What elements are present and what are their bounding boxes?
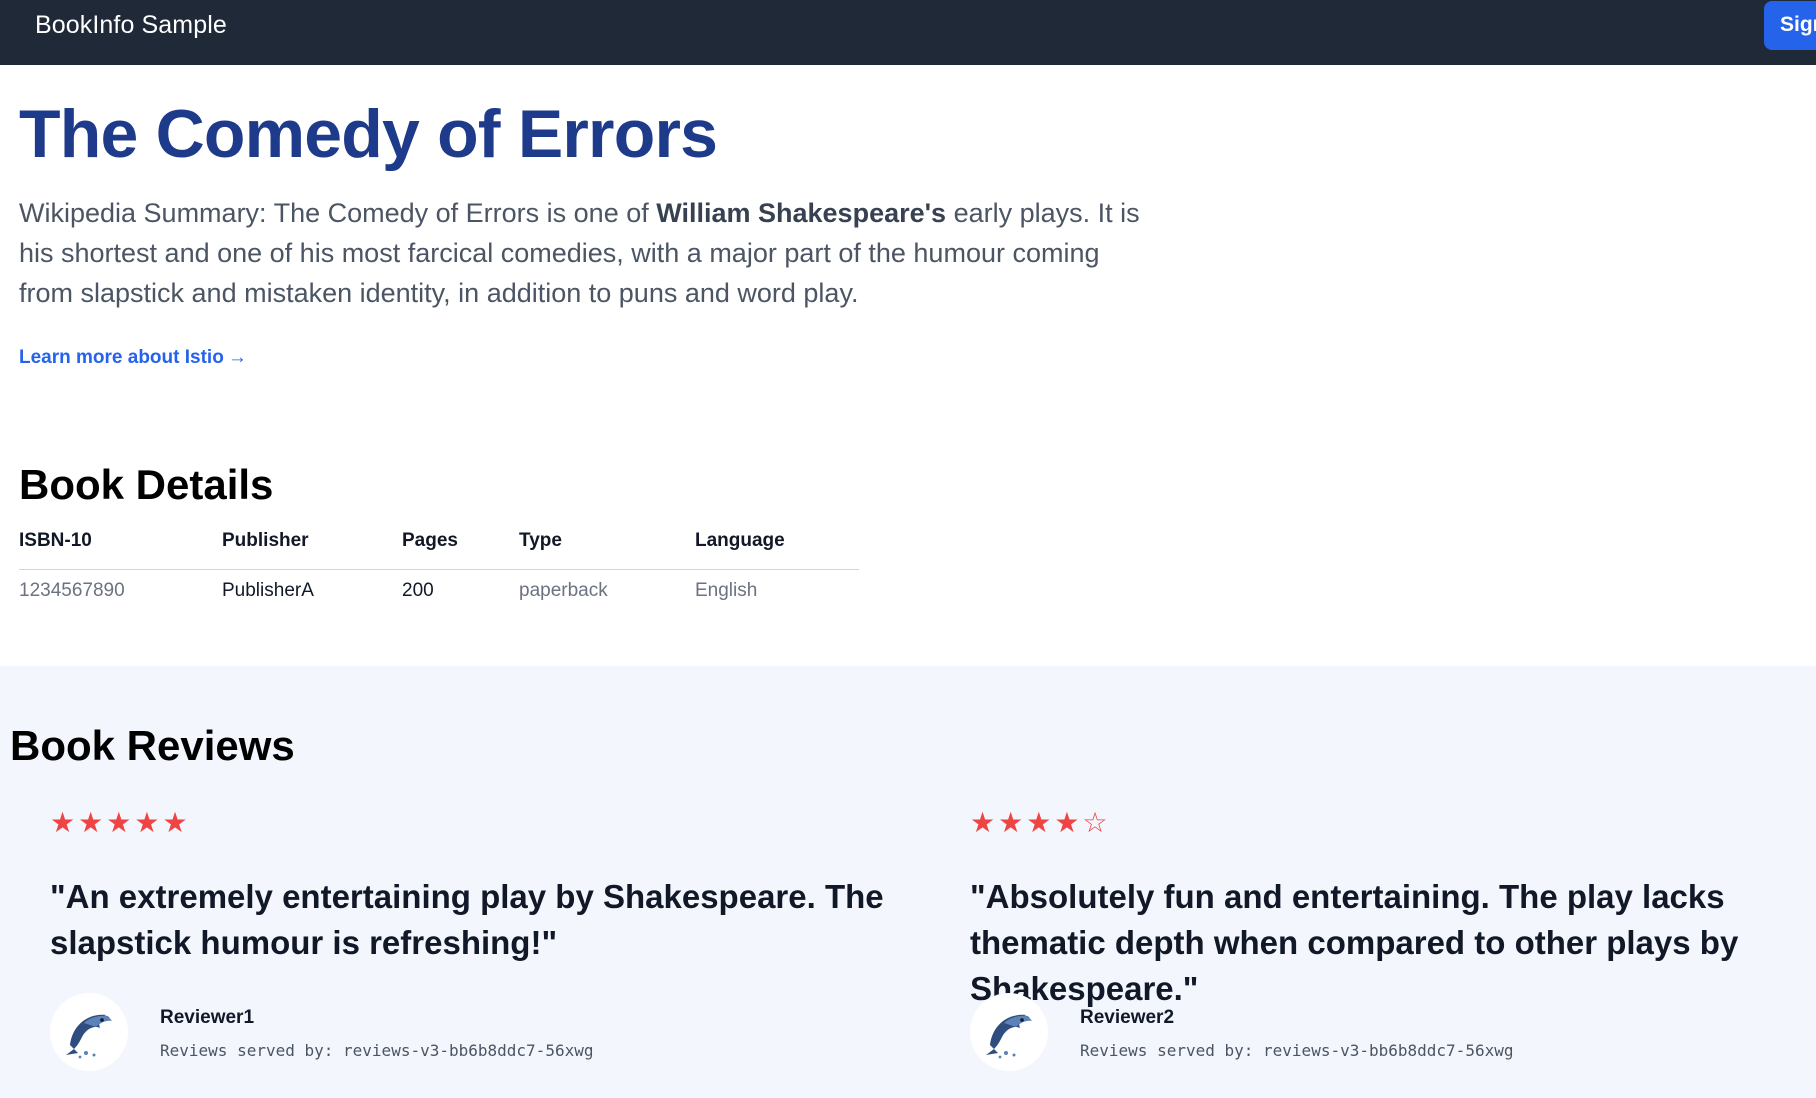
review-card: ★★★★★ "An extremely entertaining play by… <box>50 806 950 1071</box>
star-icon: ★ <box>50 807 79 838</box>
star-icon: ★ <box>1054 807 1083 838</box>
book-reviews-heading: Book Reviews <box>10 722 295 769</box>
star-icon: ★ <box>970 807 999 838</box>
reviewer-name: Reviewer1 <box>160 1007 255 1028</box>
column-header-type: Type <box>519 530 562 551</box>
arrow-right-icon: → <box>227 347 247 368</box>
page-title: The Comedy of Errors <box>19 96 718 172</box>
column-header-publisher: Publisher <box>222 530 309 551</box>
cell-language: English <box>695 580 758 601</box>
book-details-table: ISBN-10 Publisher Pages Type Language 12… <box>19 522 859 601</box>
star-icon: ★ <box>1026 807 1055 838</box>
dolphin-icon <box>970 993 1048 1071</box>
review-card: ★★★★☆ "Absolutely fun and entertaining. … <box>970 806 1816 1071</box>
sign-in-button[interactable]: Sign in <box>1764 1 1816 50</box>
book-reviews-section: Book Reviews ★★★★★ "An extremely enterta… <box>0 666 1816 1098</box>
summary-prefix: Wikipedia Summary: The Comedy of Errors … <box>19 198 657 228</box>
learn-more-label: Learn more about Istio <box>19 347 224 368</box>
cell-isbn: 1234567890 <box>19 580 125 601</box>
column-header-isbn: ISBN-10 <box>19 530 92 551</box>
served-by-text: Reviews served by: reviews-v3-bb6b8ddc7-… <box>1080 1041 1514 1060</box>
review-text: "An extremely entertaining play by Shake… <box>50 878 884 961</box>
star-icon: ★ <box>162 807 191 838</box>
cell-type: paperback <box>519 580 608 601</box>
cell-pages: 200 <box>402 580 434 601</box>
cell-publisher: PublisherA <box>222 580 314 601</box>
served-by-text: Reviews served by: reviews-v3-bb6b8ddc7-… <box>160 1041 594 1060</box>
learn-more-link[interactable]: Learn more about Istio → <box>19 347 247 369</box>
star-icon: ★ <box>78 807 107 838</box>
brand-title[interactable]: BookInfo Sample <box>35 11 227 40</box>
column-header-pages: Pages <box>402 530 458 551</box>
column-header-language: Language <box>695 530 785 551</box>
dolphin-icon <box>50 993 128 1071</box>
reviewer-name: Reviewer2 <box>1080 1007 1175 1028</box>
book-details-heading: Book Details <box>19 461 274 508</box>
review-text: "Absolutely fun and entertaining. The pl… <box>970 878 1739 1007</box>
star-icon: ★ <box>998 807 1027 838</box>
top-navbar: BookInfo Sample Sign in <box>0 0 1816 65</box>
table-header-row: ISBN-10 Publisher Pages Type Language <box>19 522 859 570</box>
star-rating: ★★★★★ <box>50 806 950 840</box>
star-icon: ★ <box>106 807 135 838</box>
star-rating: ★★★★☆ <box>970 806 1816 840</box>
summary-author: William Shakespeare's <box>656 198 947 228</box>
empty-star-icon: ☆ <box>1082 807 1111 838</box>
star-icon: ★ <box>134 807 163 838</box>
book-summary: Wikipedia Summary: The Comedy of Errors … <box>19 193 1159 313</box>
